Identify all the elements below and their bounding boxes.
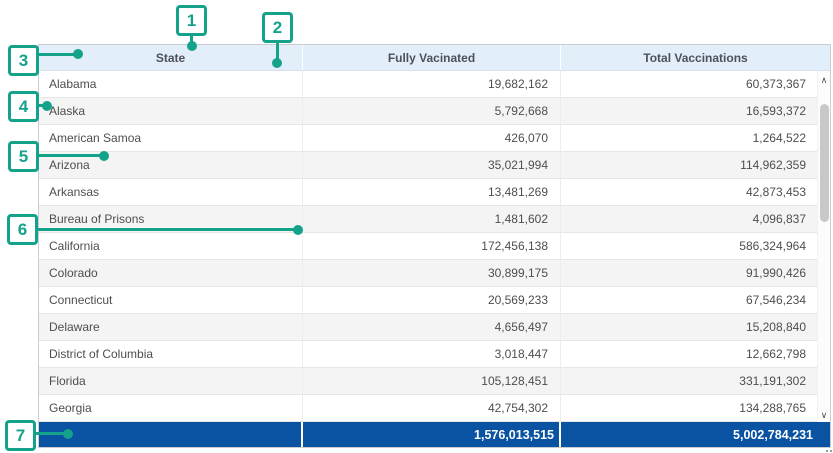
total-vaccinations-cell: 12,662,798 [561,341,830,367]
table-row[interactable]: Florida105,128,451331,191,302 [39,368,830,395]
footer-fully-vacinated-total: 1,576,013,515 [303,422,561,447]
table-row[interactable]: Delaware4,656,49715,208,840 [39,314,830,341]
resize-grip[interactable] [826,449,832,452]
callout-7-dot [63,429,73,439]
total-vaccinations-cell: 331,191,302 [561,368,830,394]
vaccinations-table: State Fully Vacinated Total Vaccinations… [38,44,831,448]
fully-vacinated-cell: 426,070 [303,125,561,151]
fully-vacinated-cell: 13,481,269 [303,179,561,205]
state-cell: Alaska [39,98,303,124]
total-vaccinations-cell: 134,288,765 [561,395,830,421]
table-row[interactable]: Georgia42,754,302134,288,765 [39,395,830,422]
fully-vacinated-cell: 5,792,668 [303,98,561,124]
total-vaccinations-cell: 114,962,359 [561,152,830,178]
callout-2-dot [272,58,282,68]
state-cell: Connecticut [39,287,303,313]
callout-1-dot [187,41,197,51]
table-body: Alabama19,682,16260,373,367Alaska5,792,6… [39,71,830,422]
table-row[interactable]: Colorado30,899,17591,990,426 [39,260,830,287]
total-vaccinations-cell: 42,873,453 [561,179,830,205]
scroll-up-arrow-icon[interactable]: ∧ [818,73,830,87]
total-vaccinations-cell: 67,546,234 [561,287,830,313]
table-row[interactable]: Arizona35,021,994114,962,359 [39,152,830,179]
fully-vacinated-cell: 20,569,233 [303,287,561,313]
total-vaccinations-cell: 586,324,964 [561,233,830,259]
table-row[interactable]: American Samoa426,0701,264,522 [39,125,830,152]
table-row[interactable]: District of Columbia3,018,44712,662,798 [39,341,830,368]
callout-3-line [37,53,77,56]
callout-4-dot [42,101,52,111]
state-cell: Delaware [39,314,303,340]
state-cell: Florida [39,368,303,394]
table-row[interactable]: Alaska5,792,66816,593,372 [39,98,830,125]
fully-vacinated-cell: 19,682,162 [303,71,561,97]
callout-6-box: 6 [7,214,38,245]
table-row[interactable]: Alabama19,682,16260,373,367 [39,71,830,98]
footer-state-cell [39,422,303,447]
callout-6-dot [293,225,303,235]
fully-vacinated-cell: 4,656,497 [303,314,561,340]
total-vaccinations-cell: 4,096,837 [561,206,830,232]
column-header-total-vaccinations[interactable]: Total Vaccinations [561,45,830,70]
callout-2-box: 2 [262,12,293,43]
callout-3-box: 3 [8,45,39,76]
callout-6-line [36,228,296,231]
fully-vacinated-cell: 42,754,302 [303,395,561,421]
column-header-fully-vacinated[interactable]: Fully Vacinated [303,45,561,70]
scrollbar-thumb[interactable] [820,104,829,222]
fully-vacinated-cell: 30,899,175 [303,260,561,286]
total-vaccinations-cell: 91,990,426 [561,260,830,286]
callout-7-line [34,432,66,435]
table-header-row: State Fully Vacinated Total Vaccinations [39,45,830,71]
callout-5-box: 5 [8,141,39,172]
table-footer-totals-row: 1,576,013,515 5,002,784,231 [39,422,830,447]
total-vaccinations-cell: 1,264,522 [561,125,830,151]
state-cell: California [39,233,303,259]
vertical-scrollbar[interactable]: ∧ ∨ [817,71,830,422]
callout-5-dot [99,151,109,161]
total-vaccinations-cell: 16,593,372 [561,98,830,124]
state-cell: District of Columbia [39,341,303,367]
state-cell: American Samoa [39,125,303,151]
table-row[interactable]: Arkansas13,481,26942,873,453 [39,179,830,206]
callout-5-line [37,154,102,157]
total-vaccinations-cell: 15,208,840 [561,314,830,340]
fully-vacinated-cell: 172,456,138 [303,233,561,259]
fully-vacinated-cell: 35,021,994 [303,152,561,178]
fully-vacinated-cell: 105,128,451 [303,368,561,394]
state-cell: Georgia [39,395,303,421]
callout-3-dot [73,49,83,59]
total-vaccinations-cell: 60,373,367 [561,71,830,97]
fully-vacinated-cell: 1,481,602 [303,206,561,232]
state-cell: Colorado [39,260,303,286]
table-row[interactable]: Connecticut20,569,23367,546,234 [39,287,830,314]
state-cell: Arkansas [39,179,303,205]
scroll-down-arrow-icon[interactable]: ∨ [818,408,830,422]
fully-vacinated-cell: 3,018,447 [303,341,561,367]
state-cell: Alabama [39,71,303,97]
callout-1-box: 1 [176,5,207,36]
callout-7-box: 7 [5,420,36,451]
callout-4-box: 4 [8,91,39,122]
table-row[interactable]: California172,456,138586,324,964 [39,233,830,260]
footer-total-vaccinations-total: 5,002,784,231 [561,422,830,447]
